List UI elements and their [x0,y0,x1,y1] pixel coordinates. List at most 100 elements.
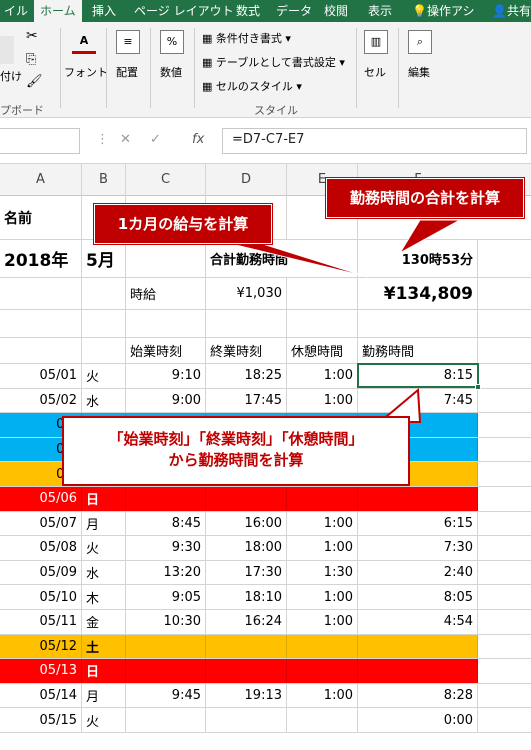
month-cell[interactable]: 5月 [82,240,126,277]
cell-work[interactable]: 6:15 [358,511,478,536]
name-box[interactable] [0,128,80,154]
cell-end[interactable]: 18:10 [206,585,287,609]
total-hours-label-cell[interactable]: 合計勤務時間 [206,240,358,277]
cells-icon[interactable]: ▥ [364,30,388,54]
cell-end[interactable]: 18:25 [206,364,287,388]
cell-break[interactable]: 1:00 [287,388,358,413]
cell-date[interactable]: 05/07 [0,511,82,536]
cell-end[interactable] [206,634,287,659]
cell-date[interactable]: 05/02 [0,388,82,413]
total-hours-cell[interactable]: 130時53分 [358,240,478,277]
cells-button-label[interactable]: セル [364,64,386,80]
cell-start[interactable] [126,659,206,683]
cell-day[interactable]: 日 [82,659,126,683]
cell-day[interactable]: 月 [82,683,126,708]
hourly-rate-cell[interactable]: ¥1,030 [206,278,287,309]
cell-end[interactable] [206,487,287,511]
cell-break[interactable]: 1:00 [287,585,358,609]
font-button-label[interactable]: フォント [64,64,108,80]
cell-start[interactable]: 8:45 [126,511,206,536]
tab-review[interactable]: 校閲 [324,0,348,22]
cell[interactable] [82,310,126,337]
cell-date[interactable]: 05/06 [0,487,82,511]
column-header-c[interactable]: C [126,164,206,196]
tab-file[interactable]: イル [4,0,28,22]
font-icon[interactable]: A [72,30,96,54]
cell[interactable] [82,338,126,363]
cell-work[interactable]: 7:45 [358,388,478,413]
year-cell[interactable]: 2018年 [0,240,82,277]
cell-break[interactable] [287,659,358,683]
cell-break[interactable] [287,487,358,511]
cell-break[interactable] [287,708,358,732]
cell-date[interactable]: 05/12 [0,634,82,659]
cell-styles-button[interactable]: ▦ セルのスタイル ▾ [202,78,302,94]
cell[interactable] [287,278,358,309]
cell-end[interactable]: 17:45 [206,388,287,413]
column-header-d[interactable]: D [206,164,287,196]
paste-button-label[interactable]: 付け [0,68,22,84]
cell-day[interactable]: 火 [82,536,126,560]
cell-break[interactable]: 1:00 [287,536,358,560]
name-label-cell[interactable]: 名前 [0,196,82,239]
cell-date[interactable]: 05/15 [0,708,82,732]
cell-work[interactable] [358,487,478,511]
tab-formulas[interactable]: 数式 [236,0,260,22]
header-end-time[interactable]: 終業時刻 [206,338,287,363]
cell-day[interactable]: 水 [82,560,126,585]
tab-home[interactable]: ホーム [34,0,82,22]
cell-break[interactable]: 1:00 [287,511,358,536]
cell-end[interactable]: 17:30 [206,560,287,585]
cell-date[interactable]: 05/11 [0,610,82,634]
insert-function-icon[interactable]: fx [192,132,204,147]
search-icon[interactable]: ⌕ [408,30,432,54]
cell-end[interactable] [206,659,287,683]
cell-work[interactable]: 2:40 [358,560,478,585]
cell-start[interactable]: 9:30 [126,536,206,560]
cell-break[interactable]: 1:30 [287,560,358,585]
cell[interactable] [287,310,358,337]
cell-date[interactable]: 05/14 [0,683,82,708]
header-break-time[interactable]: 休憩時間 [287,338,358,363]
cell[interactable] [126,310,206,337]
cell-start[interactable]: 9:10 [126,364,206,388]
cell[interactable] [82,278,126,309]
cell[interactable] [126,240,206,277]
number-button-label[interactable]: 数値 [160,64,182,80]
cell-day[interactable]: 水 [82,388,126,413]
cell-start[interactable]: 9:00 [126,388,206,413]
hourly-label-cell[interactable]: 時給 [126,278,206,309]
header-start-time[interactable]: 始業時刻 [126,338,206,363]
cancel-icon[interactable]: ✕ [120,132,131,147]
cell-end[interactable] [206,708,287,732]
number-format-icon[interactable]: % [160,30,184,54]
cell-break[interactable] [287,634,358,659]
cell-work[interactable]: 7:30 [358,536,478,560]
tab-view[interactable]: 表示 [368,0,392,22]
column-header-b[interactable]: B [82,164,126,196]
enter-icon[interactable]: ✓ [150,132,161,147]
cell-work[interactable]: 4:54 [358,610,478,634]
cell-work[interactable]: 8:28 [358,683,478,708]
cell-start[interactable] [126,708,206,732]
total-pay-cell[interactable]: ¥134,809 [358,278,478,309]
cell-start[interactable]: 10:30 [126,610,206,634]
paste-icon[interactable] [0,36,14,64]
cell-work[interactable] [358,634,478,659]
cell-work[interactable] [358,659,478,683]
cell-date[interactable]: 05/09 [0,560,82,585]
cell-start[interactable]: 9:05 [126,585,206,609]
cell[interactable] [206,310,287,337]
cell-date[interactable]: 05/01 [0,364,82,388]
cell-start[interactable]: 9:45 [126,683,206,708]
cell-break[interactable]: 1:00 [287,364,358,388]
tab-page-layout[interactable]: ページ レイアウト [134,0,234,22]
cell-day[interactable]: 火 [82,364,126,388]
cell-start[interactable] [126,634,206,659]
header-work-time[interactable]: 勤務時間 [358,338,478,363]
fill-handle[interactable] [475,384,481,390]
cell-day[interactable]: 金 [82,610,126,634]
tab-data[interactable]: データ [276,0,312,22]
cell-day[interactable]: 土 [82,634,126,659]
cell-date[interactable]: 05/08 [0,536,82,560]
